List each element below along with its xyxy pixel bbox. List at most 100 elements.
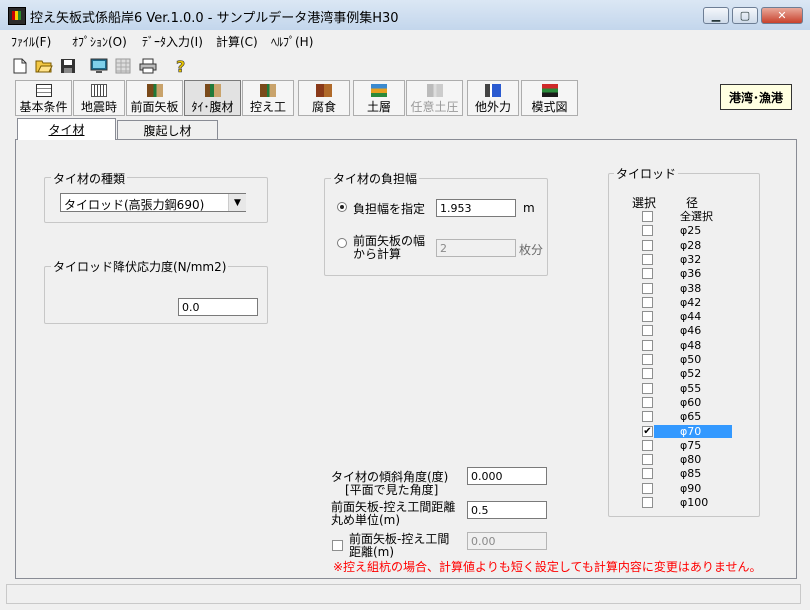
tierod-checkbox[interactable] (642, 296, 653, 308)
tierod-checkbox[interactable] (642, 368, 653, 380)
tierod-row[interactable]: φ100 (636, 496, 734, 509)
tab-label: タイ材 (48, 123, 85, 137)
nav-anchor[interactable]: 控え工 (242, 80, 294, 116)
tierod-checkbox[interactable] (642, 468, 653, 480)
tierod-label: φ85 (680, 467, 702, 481)
tierod-checkbox[interactable] (642, 268, 653, 280)
tierod-checkbox[interactable] (642, 454, 653, 466)
tierod-list: 全選択 φ25 φ28 φ32 φ36 φ38 φ42 φ44 φ46 φ48 φ50 φ52 φ55 φ… (636, 210, 734, 509)
new-file-icon[interactable] (10, 56, 30, 76)
nav-front-sheet-pile[interactable]: 前面矢板 (126, 80, 183, 116)
tierod-checkbox[interactable] (642, 253, 653, 265)
tierod-checkbox[interactable] (642, 339, 653, 351)
tab-wale-material[interactable]: 腹起し材 (117, 120, 218, 140)
tierod-row[interactable]: 全選択 (636, 210, 734, 223)
save-icon[interactable] (58, 56, 78, 76)
tierod-label: φ90 (680, 481, 702, 495)
open-folder-icon[interactable] (34, 56, 54, 76)
tierod-row[interactable]: φ85 (636, 467, 734, 480)
tierod-checkbox[interactable] (642, 439, 653, 451)
radio-calc-from-width[interactable] (337, 238, 347, 248)
tierod-checkbox[interactable] (642, 239, 653, 251)
tierod-label: φ60 (680, 395, 702, 409)
load-width-input[interactable]: 1.953 (436, 199, 516, 217)
tierod-checkbox[interactable] (642, 497, 653, 508)
tierod-row[interactable]: φ28 (636, 239, 734, 252)
tierod-label: φ65 (680, 410, 702, 424)
minimize-button[interactable]: ▁ (703, 7, 729, 24)
radio-specify-width[interactable] (337, 202, 347, 212)
tierod-row[interactable]: φ52 (636, 367, 734, 380)
monitor-icon[interactable] (89, 56, 109, 76)
tie-type-select[interactable]: タイロッド(高張力鋼690) (60, 193, 246, 212)
round-unit-input[interactable]: 0.5 (467, 501, 547, 519)
nav-seismic[interactable]: 地震時 (73, 80, 125, 116)
nav-tie-wale[interactable]: ﾀｲ･腹材 (184, 80, 241, 116)
tierod-row[interactable]: φ50 (636, 353, 734, 366)
help-icon[interactable]: ? (171, 56, 191, 76)
yield-stress-title: タイロッド降伏応力度(N/mm2) (51, 258, 229, 275)
tierod-label: φ38 (680, 281, 702, 295)
distance-checkbox[interactable] (332, 540, 343, 551)
menu-options[interactable]: ｵﾌﾟｼｮﾝ(O) (72, 33, 127, 50)
anchor-icon (260, 84, 276, 97)
tierod-row[interactable]: φ38 (636, 282, 734, 295)
tierod-row[interactable]: φ55 (636, 382, 734, 395)
tierod-label: φ70 (654, 424, 732, 438)
printer-icon[interactable] (138, 56, 158, 76)
tierod-row[interactable]: φ90 (636, 482, 734, 495)
tierod-row[interactable]: φ42 (636, 296, 734, 309)
tierod-label: φ50 (680, 353, 702, 366)
radio-calc-label-line2: から計算 (353, 247, 402, 261)
corrosion-icon (316, 84, 332, 97)
load-width-unit: m (523, 201, 535, 215)
tierod-checkbox[interactable] (642, 396, 653, 408)
menu-help[interactable]: ﾍﾙﾌﾟ(H) (271, 33, 313, 50)
sheet-count-input[interactable]: 2 (436, 239, 516, 257)
tierod-row[interactable]: φ75 (636, 439, 734, 452)
incline-input[interactable]: 0.000 (467, 467, 547, 485)
menu-data-input[interactable]: ﾃﾞｰﾀ入力(I) (142, 33, 203, 50)
nav-other-forces[interactable]: 他外力 (467, 80, 519, 116)
tierod-row[interactable]: φ36 (636, 267, 734, 280)
maximize-button[interactable]: ▢ (732, 7, 758, 24)
tierod-checkbox[interactable] (642, 482, 653, 494)
nav-schematic[interactable]: 模式図 (521, 80, 578, 116)
tierod-checkbox[interactable] (642, 411, 653, 423)
tierod-label: φ32 (680, 252, 702, 266)
tierod-row[interactable]: φ65 (636, 410, 734, 423)
tab-tie-material[interactable]: タイ材 (17, 118, 116, 140)
menu-calculate[interactable]: 計算(C) (216, 33, 258, 50)
tierod-checkbox[interactable] (642, 311, 653, 323)
nav-arbitrary-earth-pressure[interactable]: 任意土圧 (406, 80, 463, 116)
nav-corrosion[interactable]: 腐食 (298, 80, 350, 116)
tierod-checkbox[interactable] (642, 354, 653, 365)
tierod-checkbox[interactable] (642, 225, 653, 237)
nav-soil-layers[interactable]: 土層 (353, 80, 405, 116)
tierod-row[interactable]: φ44 (636, 310, 734, 323)
tierod-checkbox[interactable] (642, 282, 653, 294)
nav-basic-conditions[interactable]: 基本条件 (15, 80, 72, 116)
menu-file[interactable]: ﾌｧｲﾙ(F) (11, 33, 51, 50)
tierod-row[interactable]: φ32 (636, 253, 734, 266)
yield-stress-input[interactable]: 0.0 (178, 298, 258, 316)
tierod-checkbox[interactable] (642, 382, 653, 394)
tierod-row[interactable]: ✔ φ70 (636, 424, 734, 438)
tierod-label: φ52 (680, 367, 702, 381)
tierod-label: φ80 (680, 453, 702, 467)
tierod-col-select: 選択 (632, 196, 657, 210)
tierod-checkbox[interactable] (642, 325, 653, 337)
tierod-row[interactable]: φ46 (636, 324, 734, 337)
close-button[interactable]: ✕ (761, 7, 803, 24)
sheet-pile-icon (146, 84, 163, 97)
tierod-checkbox[interactable] (642, 211, 653, 222)
tierod-label: φ36 (680, 267, 702, 281)
tierod-checkbox[interactable]: ✔ (642, 425, 653, 437)
tierod-row[interactable]: φ60 (636, 396, 734, 409)
tierod-row[interactable]: φ25 (636, 224, 734, 237)
nav-label: 他外力 (474, 100, 511, 114)
chevron-down-icon[interactable]: ▼ (228, 194, 246, 211)
tierod-row[interactable]: φ48 (636, 339, 734, 352)
tierod-row[interactable]: φ80 (636, 453, 734, 466)
distance-input[interactable]: 0.00 (467, 532, 547, 550)
